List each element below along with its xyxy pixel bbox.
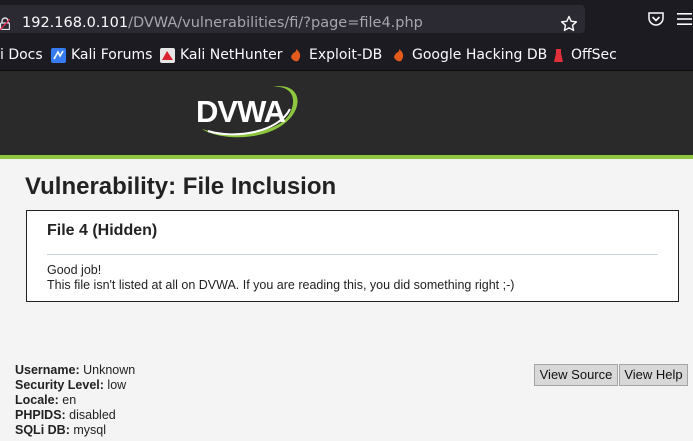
hamburger-menu-icon[interactable] bbox=[676, 11, 693, 27]
locale-value: en bbox=[58, 393, 77, 407]
phpids-value: disabled bbox=[65, 408, 116, 422]
locale-info: Locale: en bbox=[15, 393, 76, 407]
exploit-db-icon bbox=[291, 49, 301, 62]
bookmark-label: i Docs bbox=[0, 47, 43, 63]
offsec-icon bbox=[554, 49, 563, 62]
bookmark-label: OffSec bbox=[571, 47, 617, 63]
message-line-1: Good job! bbox=[47, 263, 102, 277]
username-info: Username: Unknown bbox=[15, 363, 135, 377]
bookmark-label: Exploit-DB bbox=[309, 47, 383, 63]
dvwa-logo-text: DVWA bbox=[196, 94, 286, 129]
view-help-button[interactable]: View Help bbox=[619, 364, 688, 386]
dvwa-header: DVWA bbox=[0, 71, 693, 155]
phpids-label: PHPIDS: bbox=[15, 408, 66, 422]
exploit-db-icon bbox=[394, 49, 404, 62]
insecure-lock-icon[interactable] bbox=[0, 17, 10, 30]
bookmark-star-icon[interactable] bbox=[559, 14, 579, 34]
url-bar[interactable]: 192.168.0.101/DVWA/vulnerabilities/fi/?p… bbox=[0, 5, 585, 33]
box-divider bbox=[47, 254, 658, 255]
url-host: 192.168.0.101 bbox=[22, 15, 129, 31]
phpids-info: PHPIDS: disabled bbox=[15, 408, 116, 422]
username-label: Username: bbox=[15, 363, 80, 377]
locale-label: Locale: bbox=[15, 393, 59, 407]
browser-toolbar: 192.168.0.101/DVWA/vulnerabilities/fi/?p… bbox=[0, 0, 693, 38]
sqli-db-value: mysql bbox=[69, 423, 106, 437]
sqli-db-info: SQLi DB: mysql bbox=[15, 423, 106, 437]
security-level-value: low bbox=[103, 378, 127, 392]
bookmarks-toolbar: i Docs Kali Forums Kali NetHunter Exploi… bbox=[0, 38, 693, 71]
dvwa-logo: DVWA bbox=[196, 86, 298, 138]
main-content: Vulnerability: File Inclusion File 4 (Hi… bbox=[0, 159, 693, 441]
security-level-label: Security Level: bbox=[15, 378, 104, 392]
pocket-icon[interactable] bbox=[646, 9, 666, 29]
bookmark-label: Kali NetHunter bbox=[180, 47, 283, 63]
sqli-db-label: SQLi DB: bbox=[15, 423, 70, 437]
page-title: Vulnerability: File Inclusion bbox=[25, 173, 337, 200]
url-text[interactable]: 192.168.0.101/DVWA/vulnerabilities/fi/?p… bbox=[22, 15, 423, 31]
bookmark-label: Kali Forums bbox=[71, 47, 153, 63]
security-level-info: Security Level: low bbox=[15, 378, 126, 392]
url-path: /DVWA/vulnerabilities/fi/?page=file4.php bbox=[128, 15, 423, 31]
kali-forums-icon bbox=[51, 48, 66, 63]
message-line-2: This file isn't listed at all on DVWA. I… bbox=[47, 278, 515, 292]
view-source-button[interactable]: View Source bbox=[534, 364, 618, 386]
bookmark-label: Google Hacking DB bbox=[412, 47, 548, 63]
file-content-box: File 4 (Hidden) Good job! This file isn'… bbox=[26, 210, 679, 302]
box-title: File 4 (Hidden) bbox=[47, 222, 158, 239]
kali-nethunter-icon bbox=[160, 48, 175, 63]
username-value: Unknown bbox=[79, 363, 136, 377]
